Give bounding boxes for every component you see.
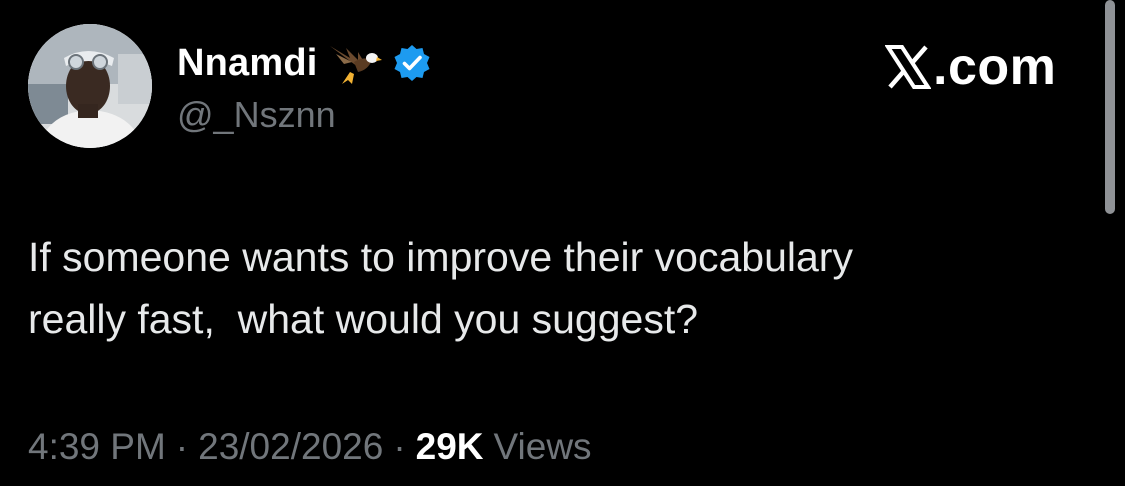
- meta-separator: ·: [393, 426, 406, 467]
- views-label: Views: [493, 426, 592, 467]
- tweet-date[interactable]: 23/02/2026: [198, 426, 383, 468]
- meta-separator: ·: [175, 426, 189, 467]
- display-name[interactable]: Nnamdi: [177, 42, 318, 85]
- views-count[interactable]: 29K: [416, 426, 484, 468]
- watermark-text: .com: [933, 38, 1057, 96]
- tweet-card: Nnamdi @_Nsznn .com If someone wants to …: [0, 0, 1125, 486]
- verified-badge-icon[interactable]: [392, 43, 432, 83]
- eagle-emoji-icon: [328, 40, 382, 86]
- author-name-row: Nnamdi: [177, 40, 432, 86]
- x-com-watermark: .com: [884, 37, 1057, 97]
- profile-photo: [28, 24, 152, 148]
- tweet-time[interactable]: 4:39 PM: [28, 426, 166, 468]
- x-logo-icon: [884, 44, 932, 90]
- tweet-text: If someone wants to improve their vocabu…: [28, 234, 853, 342]
- avatar[interactable]: [28, 24, 152, 148]
- tweet-meta: 4:39 PM · 23/02/2026 · 29K Views: [28, 426, 592, 468]
- author-handle[interactable]: @_Nsznn: [177, 94, 336, 136]
- scrollbar[interactable]: [1105, 0, 1115, 214]
